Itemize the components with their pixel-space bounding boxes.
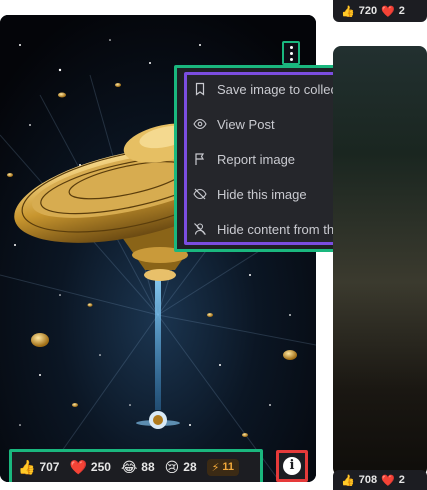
neighbour-reactions-bottom: 👍 708 ❤️ 2	[333, 470, 427, 490]
heart-icon: ❤️	[69, 459, 87, 475]
cry-reaction[interactable]: 😢 28	[165, 460, 197, 474]
image-info-button[interactable]: i	[276, 450, 308, 482]
heart-icon: ❤️	[381, 474, 395, 487]
like-count: 707	[39, 460, 60, 474]
neighbour-card[interactable]: 👍 720 ❤️ 2 👍 708 ❤️ 2	[333, 0, 427, 490]
neighbour-reactions-top: 👍 720 ❤️ 2	[333, 0, 427, 22]
thumbs-up-icon: 👍	[341, 474, 355, 487]
eye-off-icon	[193, 188, 207, 200]
cry-count: 28	[183, 460, 197, 474]
info-icon: i	[283, 457, 301, 475]
laugh-count: 88	[141, 460, 155, 474]
user-off-icon	[194, 223, 206, 235]
laugh-icon: 😂	[120, 459, 138, 475]
bookmark-icon	[195, 82, 205, 96]
reactions-bar: 👍 707 ❤️ 250 😂 88 😢 28 ⚡ 11	[9, 449, 263, 482]
heart-icon: ❤️	[381, 5, 395, 18]
more-options-button[interactable]	[282, 41, 300, 65]
buzz-count: 11	[222, 461, 234, 473]
lightning-icon: ⚡	[211, 461, 220, 474]
heart-count: 250	[90, 460, 111, 474]
eye-icon	[193, 118, 207, 130]
flag-icon	[195, 153, 205, 165]
cry-icon: 😢	[164, 459, 180, 475]
laugh-reaction[interactable]: 😂 88	[121, 460, 155, 474]
buzz-tip-button[interactable]: ⚡ 11	[206, 458, 239, 476]
thumbs-up-icon: 👍	[341, 5, 355, 18]
like-reaction[interactable]: 👍 707	[18, 460, 59, 474]
heart-reaction[interactable]: ❤️ 250	[69, 460, 110, 474]
thumbs-up-icon: 👍	[18, 459, 36, 475]
neighbour-image[interactable]	[333, 46, 427, 476]
